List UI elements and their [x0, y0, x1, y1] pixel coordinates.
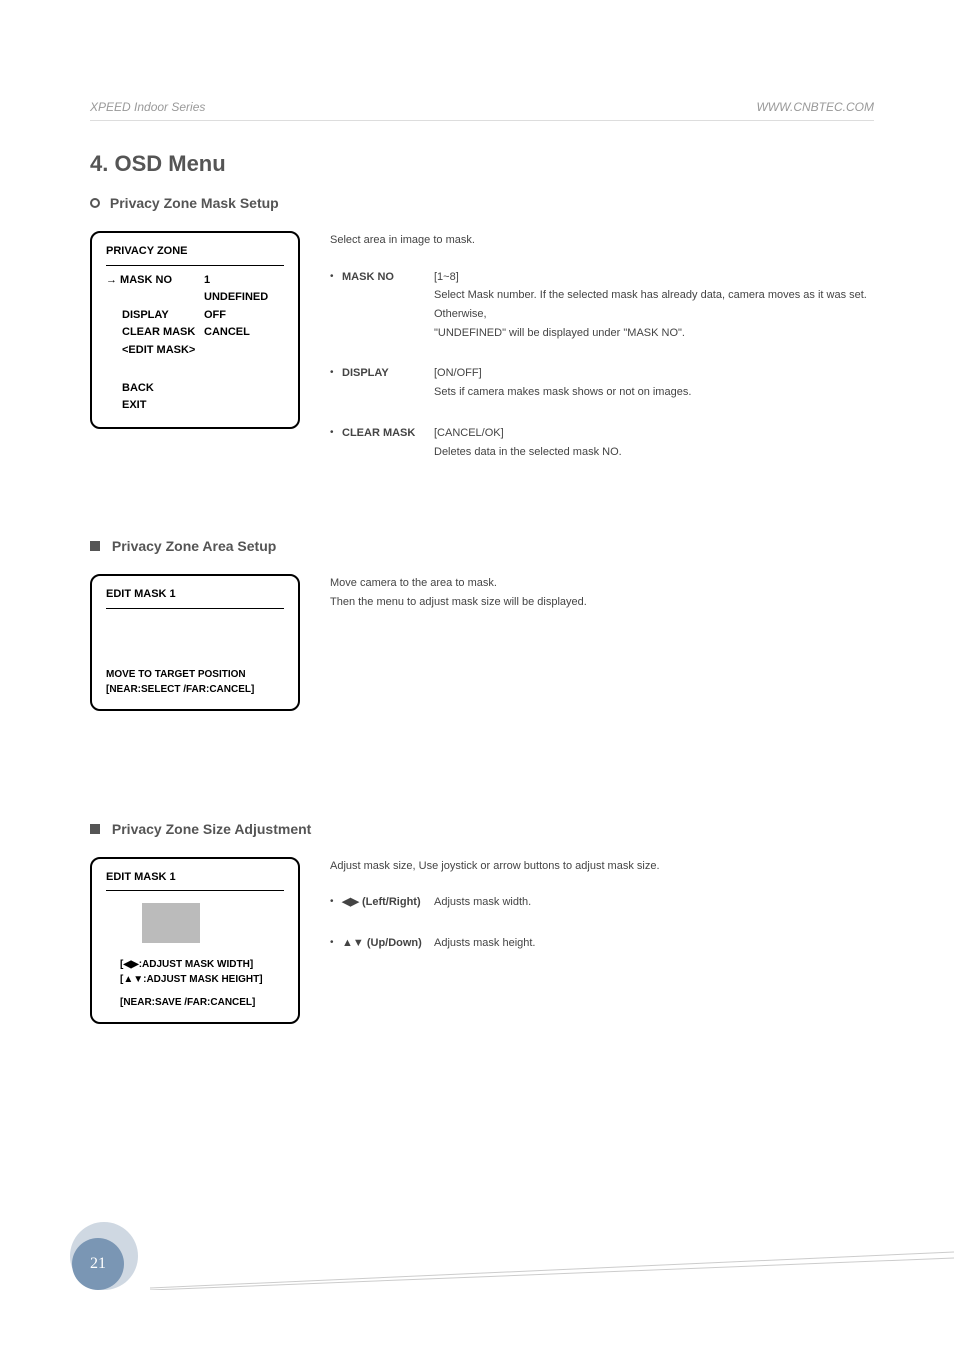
header-left: XPEED Indoor Series	[90, 100, 205, 114]
panel-title: EDIT MASK 1	[106, 869, 284, 892]
item-key: MASK NO	[342, 268, 434, 343]
panel-value: OFF	[204, 307, 284, 325]
item-key: ◀▶ (Left/Right)	[342, 893, 434, 912]
desc-line: Then the menu to adjust mask size will b…	[330, 593, 874, 612]
panel-label: → MASK NO	[106, 272, 172, 290]
bullet-icon: •	[330, 364, 342, 401]
page-header: XPEED Indoor Series WWW.CNBTEC.COM	[90, 100, 874, 121]
item-text: [ON/OFF] Sets if camera makes mask shows…	[434, 364, 874, 401]
panel-title: PRIVACY ZONE	[106, 243, 284, 266]
bullet-icon: •	[330, 424, 342, 461]
subsection-title: Privacy Zone Mask Setup	[110, 195, 279, 211]
panel-label: DISPLAY	[122, 307, 169, 325]
intro-text: Adjust mask size, Use joystick or arrow …	[330, 857, 874, 876]
panel-footer-line: [NEAR:SAVE /FAR:CANCEL]	[106, 995, 284, 1010]
bullet-icon: •	[330, 893, 342, 912]
circle-marker-icon	[90, 198, 100, 208]
description-area-setup: Move camera to the area to mask. Then th…	[330, 574, 874, 611]
description-size-adjustment: Adjust mask size, Use joystick or arrow …	[330, 857, 874, 975]
block-area-setup: EDIT MASK 1 MOVE TO TARGET POSITION [NEA…	[90, 574, 874, 711]
block-size-adjustment: EDIT MASK 1 [◀▶:ADJUST MASK WIDTH] [▲▼:A…	[90, 857, 874, 1025]
bullet-icon: •	[330, 934, 342, 953]
square-marker-icon	[90, 824, 100, 834]
osd-panel-privacy-zone: PRIVACY ZONE → MASK NO 1 UNDEFINED DISPL…	[90, 231, 300, 429]
item-key: ▲▼ (Up/Down)	[342, 934, 434, 953]
page-number: 21	[90, 1255, 106, 1273]
subsection-title: Privacy Zone Size Adjustment	[112, 821, 311, 837]
osd-panel-edit-mask-area: EDIT MASK 1 MOVE TO TARGET POSITION [NEA…	[90, 574, 300, 711]
panel-value: 1	[204, 272, 284, 290]
item-key: DISPLAY	[342, 364, 434, 401]
block-mask-setup: PRIVACY ZONE → MASK NO 1 UNDEFINED DISPL…	[90, 231, 874, 483]
osd-panel-edit-mask-size: EDIT MASK 1 [◀▶:ADJUST MASK WIDTH] [▲▼:A…	[90, 857, 300, 1025]
section-title: 4. OSD Menu	[90, 151, 874, 177]
description-mask-setup: Select area in image to mask. • MASK NO …	[330, 231, 874, 483]
item-text: [CANCEL/OK] Deletes data in the selected…	[434, 424, 874, 461]
subsection-mask-setup: Privacy Zone Mask Setup	[90, 195, 874, 211]
panel-value: UNDEFINED	[204, 289, 284, 307]
page-number-badge: 21	[70, 1222, 150, 1302]
item-text: [1~8] Select Mask number. If the selecte…	[434, 268, 874, 343]
subsection-title: Privacy Zone Area Setup	[112, 538, 276, 554]
square-marker-icon	[90, 541, 100, 551]
panel-footer-line: [◀▶:ADJUST MASK WIDTH]	[106, 957, 284, 972]
intro-text: Select area in image to mask.	[330, 231, 874, 250]
item-key: CLEAR MASK	[342, 424, 434, 461]
panel-label: <EDIT MASK>	[122, 342, 195, 360]
panel-label: CLEAR MASK	[122, 324, 195, 342]
footer-line-decoration	[150, 1250, 954, 1290]
item-text: Adjusts mask width.	[434, 893, 874, 912]
bullet-icon: •	[330, 268, 342, 343]
panel-footer-line: [▲▼:ADJUST MASK HEIGHT]	[106, 972, 284, 987]
subsection-area-setup: Privacy Zone Area Setup	[90, 538, 874, 554]
desc-line: Move camera to the area to mask.	[330, 574, 874, 593]
panel-title: EDIT MASK 1	[106, 586, 284, 609]
panel-value: CANCEL	[204, 324, 284, 342]
mask-rectangle	[142, 903, 200, 943]
header-right: WWW.CNBTEC.COM	[756, 100, 874, 114]
item-text: Adjusts mask height.	[434, 934, 874, 953]
subsection-size-adjustment: Privacy Zone Size Adjustment	[90, 821, 874, 837]
panel-back: BACK	[122, 380, 154, 398]
panel-footer-line: [NEAR:SELECT /FAR:CANCEL]	[106, 682, 284, 697]
panel-footer-line: MOVE TO TARGET POSITION	[106, 667, 284, 682]
panel-exit: EXIT	[122, 397, 146, 415]
